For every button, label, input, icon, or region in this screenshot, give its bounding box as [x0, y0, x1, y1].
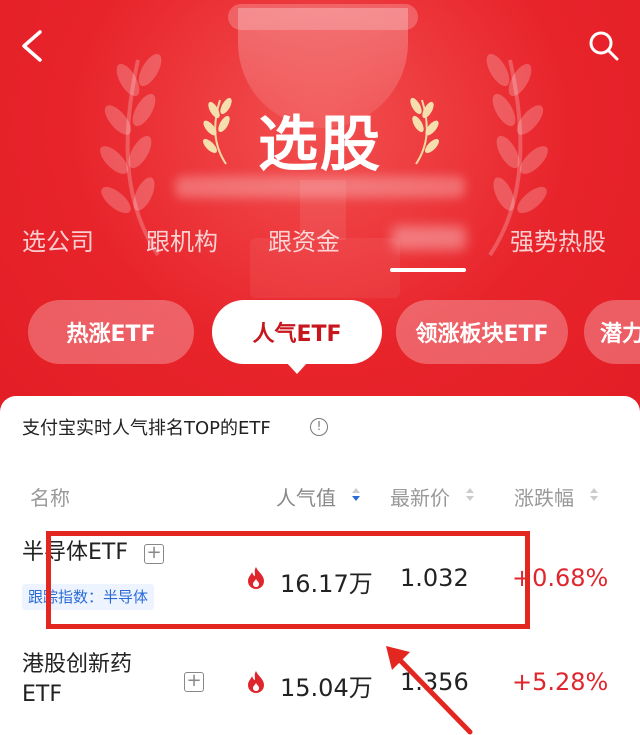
- sort-change-icon[interactable]: [590, 488, 598, 502]
- category-tabs: 选公司 跟机构 跟资金 强势热股: [0, 222, 640, 272]
- search-icon: [589, 31, 619, 61]
- tab-active-indicator: [390, 268, 466, 272]
- flame-icon: [248, 671, 264, 693]
- sort-price-icon[interactable]: [466, 488, 474, 502]
- add-watchlist-button[interactable]: +: [184, 672, 204, 692]
- sort-popularity-icon[interactable]: [352, 488, 360, 502]
- active-pill-pointer: [286, 362, 308, 374]
- table-row[interactable]: 港股创新药 ETF + 15.04万 1.356 +5.28%: [0, 650, 640, 735]
- pill-potential[interactable]: 潜力: [584, 300, 640, 364]
- info-icon[interactable]: !: [310, 418, 328, 436]
- change-value: +5.28%: [512, 668, 609, 696]
- tab-strong-hot-stocks[interactable]: 强势热股: [510, 222, 606, 257]
- column-header-popularity[interactable]: 人气值: [276, 482, 336, 511]
- chevron-left-icon: [22, 30, 42, 62]
- page-title: 选股: [258, 110, 382, 180]
- pill-leading-sector-etf[interactable]: 领涨板块ETF: [396, 300, 568, 364]
- tab-follow-funds[interactable]: 跟资金: [268, 222, 340, 257]
- blurred-subtitle: [175, 176, 465, 198]
- filter-pills: 热涨ETF 人气ETF 领涨板块ETF 潜力: [0, 300, 640, 374]
- fund-name-line1: 港股创新药: [22, 652, 133, 677]
- tab-active-blurred[interactable]: [392, 226, 466, 250]
- card-title: 支付宝实时人气排名TOP的ETF: [22, 418, 271, 439]
- fund-name-line2: ETF: [22, 682, 62, 707]
- hero-banner: 选股 选公司 跟机构 跟资金 强势热股 热涨ETF 人气ETF 领涨板块ETF …: [0, 0, 640, 420]
- tab-select-company[interactable]: 选公司: [22, 222, 94, 257]
- column-header-price[interactable]: 最新价: [390, 482, 450, 511]
- tab-follow-institution[interactable]: 跟机构: [146, 222, 218, 257]
- popularity-value: 15.04万: [280, 674, 373, 702]
- back-button[interactable]: [14, 26, 50, 66]
- search-button[interactable]: [586, 28, 622, 64]
- highlight-annotation-box: [46, 531, 530, 629]
- annotation-arrow-icon: [386, 646, 473, 735]
- pill-hot-rise-etf[interactable]: 热涨ETF: [28, 300, 194, 364]
- column-header-change[interactable]: 涨跌幅: [514, 482, 574, 511]
- column-header-name: 名称: [30, 486, 70, 510]
- pill-popular-etf[interactable]: 人气ETF: [212, 300, 382, 364]
